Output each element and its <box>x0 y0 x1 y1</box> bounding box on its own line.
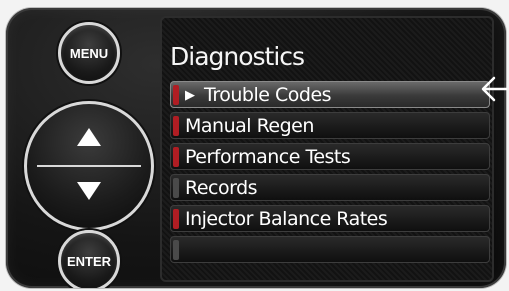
up-button[interactable] <box>77 128 101 150</box>
selection-caret-icon: ▶ <box>185 88 195 103</box>
menu-item-records[interactable]: Records <box>170 174 490 201</box>
menu-item-label: Injector Balance Rates <box>185 208 388 230</box>
display-screen: Diagnostics ▶ Trouble Codes Manual Regen… <box>160 16 494 282</box>
triangle-up-icon <box>77 128 101 146</box>
device-frame: MENU ENTER Diagnostics ▶ Trouble Codes M… <box>6 8 506 288</box>
menu-item-empty[interactable] <box>170 236 490 263</box>
enter-button-label: ENTER <box>66 253 112 269</box>
menu-button-label: MENU <box>69 45 109 61</box>
menu-item-label: Trouble Codes <box>204 84 332 106</box>
item-marker <box>173 116 179 136</box>
menu-item-label: Manual Regen <box>185 115 314 137</box>
menu-item-trouble-codes[interactable]: ▶ Trouble Codes <box>170 81 490 108</box>
screen-title: Diagnostics <box>170 42 305 71</box>
navigation-pad <box>24 101 154 231</box>
item-marker <box>173 240 179 260</box>
menu-list: ▶ Trouble Codes Manual Regen Performance… <box>170 81 490 267</box>
item-marker <box>173 85 179 105</box>
nav-divider <box>37 165 141 167</box>
enter-button[interactable]: ENTER <box>58 230 120 288</box>
menu-item-label: Performance Tests <box>185 146 351 168</box>
menu-item-performance-tests[interactable]: Performance Tests <box>170 143 490 170</box>
item-marker <box>173 178 179 198</box>
down-button[interactable] <box>77 182 101 204</box>
item-marker <box>173 147 179 167</box>
menu-item-label: Records <box>185 177 258 199</box>
menu-item-injector-balance-rates[interactable]: Injector Balance Rates <box>170 205 490 232</box>
menu-button[interactable]: MENU <box>58 22 120 84</box>
triangle-down-icon <box>77 182 101 200</box>
item-marker <box>173 209 179 229</box>
left-arrow-icon <box>481 76 507 102</box>
menu-item-manual-regen[interactable]: Manual Regen <box>170 112 490 139</box>
